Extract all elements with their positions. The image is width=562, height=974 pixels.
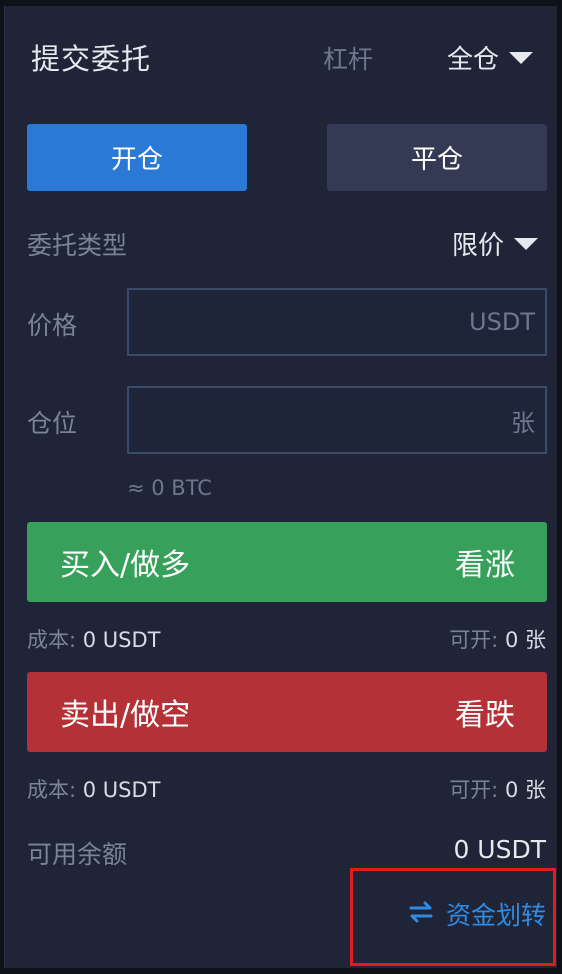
price-unit: USDT [469,308,535,336]
buy-cost-label: 成本: [27,628,77,652]
order-type-value: 限价 [452,231,505,261]
margin-mode-dropdown[interactable]: 全仓 [447,39,534,76]
quantity-label: 仓位 [27,409,78,438]
sell-short-label: 卖出/做空 [60,698,191,733]
price-field-container: USDT [127,288,547,356]
buy-avail-label: 可开: [449,628,499,652]
available-balance-label: 可用余额 [27,840,128,869]
sell-direction-label: 看跌 [455,698,515,733]
order-panel: 提交委托 杠杆 全仓 开仓 平仓 委托类型 限价 价格 USDT 仓位 张 ≈ … [4,6,557,968]
sell-cost-value: 0 USDT [82,778,161,802]
sell-avail-value: 0 张 [504,778,546,802]
order-type-dropdown[interactable]: 限价 [452,225,539,262]
sell-available: 可开: 0 张 [449,774,546,804]
btc-estimate: ≈ 0 BTC [127,476,212,500]
order-type-label: 委托类型 [27,231,128,260]
close-position-tab[interactable]: 平仓 [327,124,547,191]
price-label: 价格 [27,311,78,340]
buy-available: 可开: 0 张 [449,624,546,654]
buy-direction-label: 看涨 [455,548,515,583]
buy-avail-value: 0 张 [504,628,546,652]
quantity-input[interactable] [129,388,511,452]
panel-title: 提交委托 [31,42,152,76]
transfer-icon [408,900,434,929]
open-position-tab[interactable]: 开仓 [27,124,247,191]
quantity-unit: 张 [511,408,535,437]
buy-cost-value: 0 USDT [82,628,161,652]
fund-transfer-link[interactable]: 资金划转 [408,896,546,932]
margin-mode-label: 全仓 [447,45,500,75]
fund-transfer-label: 资金划转 [445,901,546,930]
sell-cost: 成本: 0 USDT [27,774,161,804]
buy-long-label: 买入/做多 [60,548,191,583]
sell-cost-label: 成本: [27,778,77,802]
buy-cost: 成本: 0 USDT [27,624,161,654]
sell-avail-label: 可开: [449,778,499,802]
price-input[interactable] [129,290,470,354]
leverage-toggle[interactable]: 杠杆 [323,40,373,76]
chevron-down-icon [509,51,534,64]
buy-long-button[interactable]: 买入/做多 看涨 [27,522,547,602]
sell-short-button[interactable]: 卖出/做空 看跌 [27,672,547,752]
quantity-field-container: 张 [127,386,547,454]
chevron-down-icon [514,237,539,250]
available-balance-value: 0 USDT [453,835,546,864]
